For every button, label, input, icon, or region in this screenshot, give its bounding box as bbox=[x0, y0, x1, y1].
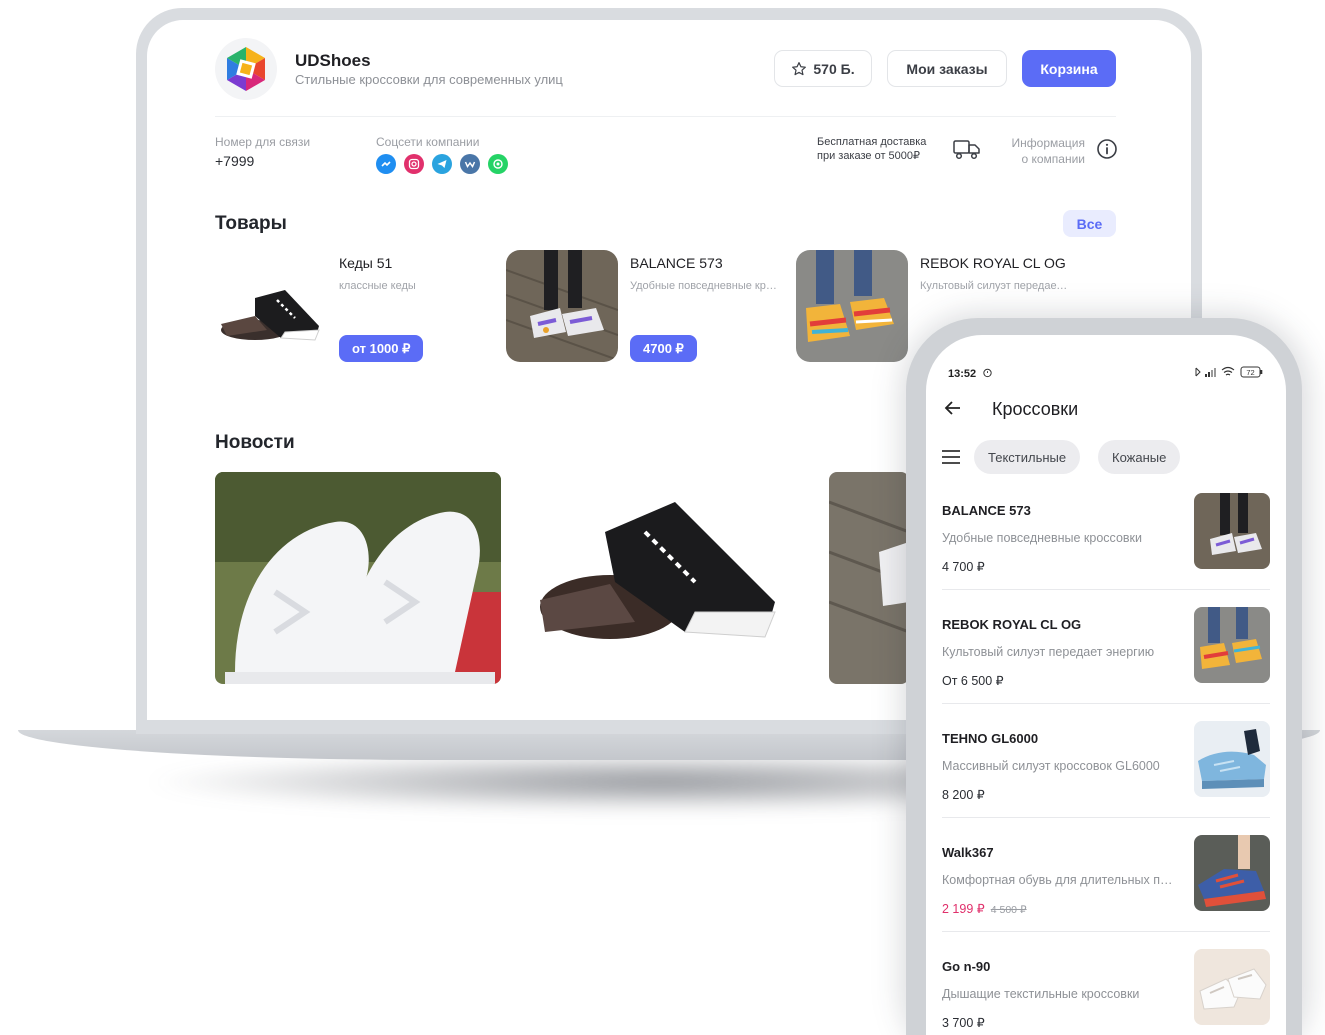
my-orders-label: Мои заказы bbox=[906, 60, 988, 77]
product-price-button[interactable]: 4700 ₽ bbox=[630, 335, 697, 362]
contact-phone[interactable]: +7999 bbox=[215, 153, 310, 169]
list-divider bbox=[942, 931, 1270, 932]
status-time-value: 13:52 bbox=[948, 368, 977, 380]
item-image[interactable] bbox=[1194, 607, 1270, 683]
points-button[interactable]: 570 Б. bbox=[774, 50, 872, 87]
news-image bbox=[525, 472, 807, 684]
list-item[interactable]: REBOK ROYAL CL OG Культовый силуэт перед… bbox=[942, 607, 1270, 731]
item-price: От 6 500 ₽ bbox=[942, 674, 1004, 688]
brand-logo[interactable] bbox=[215, 38, 277, 100]
brand-tagline: Стильные кроссовки для современных улиц bbox=[295, 72, 563, 87]
menu-icon[interactable] bbox=[942, 449, 960, 470]
points-label: 570 Б. bbox=[813, 60, 855, 77]
item-name: Go n-90 bbox=[942, 959, 991, 974]
list-divider bbox=[942, 817, 1270, 818]
item-price: 2 199 ₽ 4 500 ₽ bbox=[942, 901, 1027, 916]
list-item[interactable]: BALANCE 573 Удобные повседневные кроссов… bbox=[942, 493, 1270, 617]
item-old-price: 4 500 ₽ bbox=[990, 904, 1027, 916]
list-item[interactable]: Walk367 Комфортная обувь для длительных … bbox=[942, 835, 1270, 959]
news-card[interactable] bbox=[525, 472, 807, 684]
telegram-icon[interactable] bbox=[432, 154, 452, 174]
messenger-icon[interactable] bbox=[376, 154, 396, 174]
back-arrow-icon[interactable] bbox=[944, 399, 962, 422]
cart-button[interactable]: Корзина bbox=[1022, 50, 1116, 87]
item-name: REBOK ROYAL CL OG bbox=[942, 617, 1082, 632]
product-name: REBOK ROYAL CL OG bbox=[920, 255, 1066, 271]
socials-block: Соцсети компании bbox=[376, 135, 508, 174]
brand-name: UDShoes bbox=[295, 51, 371, 70]
news-section-title: Новости bbox=[215, 432, 295, 453]
item-sale-price: 2 199 ₽ bbox=[942, 902, 985, 916]
free-delivery-info: Бесплатная доставка при заказе от 5000₽ bbox=[817, 135, 926, 163]
cart-label: Корзина bbox=[1040, 60, 1098, 77]
status-time: 13:52 bbox=[948, 367, 993, 380]
header-divider bbox=[215, 116, 1116, 117]
filter-chip-textile[interactable]: Текстильные bbox=[974, 440, 1081, 474]
item-image[interactable] bbox=[1194, 721, 1270, 797]
news-card[interactable] bbox=[829, 472, 909, 684]
product-name: Кеды 51 bbox=[339, 255, 393, 271]
item-name: Walk367 bbox=[942, 845, 994, 860]
item-image[interactable] bbox=[1194, 949, 1270, 1025]
screen-title: Кроссовки bbox=[992, 399, 1079, 419]
item-name: BALANCE 573 bbox=[942, 503, 1031, 518]
mobile-app-screen: 13:52 72 Кроссовки Текстильные Кожаные B… bbox=[926, 335, 1286, 1035]
list-item[interactable]: TEHNO GL6000 Массивный силуэт кроссовок … bbox=[942, 721, 1270, 845]
info-line-1: Информация bbox=[1011, 136, 1085, 150]
delivery-line-1: Бесплатная доставка bbox=[817, 136, 927, 148]
filter-chip-leather[interactable]: Кожаные bbox=[1098, 440, 1181, 474]
news-image bbox=[215, 472, 501, 684]
delivery-line-2: при заказе от 5000₽ bbox=[817, 150, 921, 162]
battery-level: 72 bbox=[1246, 368, 1254, 377]
item-price: 3 700 ₽ bbox=[942, 1016, 985, 1030]
product-image[interactable] bbox=[215, 250, 327, 362]
item-name: TEHNO GL6000 bbox=[942, 731, 1039, 746]
product-description: классные кеды bbox=[339, 280, 416, 292]
item-description: Комфортная обувь для длительных прогулок bbox=[942, 873, 1178, 887]
products-section-title: Товары bbox=[215, 213, 287, 234]
product-image[interactable] bbox=[506, 250, 618, 362]
company-info-link[interactable]: Информация о компании bbox=[1002, 135, 1085, 167]
socials-label: Соцсети компании bbox=[376, 135, 480, 149]
star-icon bbox=[792, 61, 807, 75]
news-image bbox=[829, 472, 909, 684]
news-card[interactable] bbox=[215, 472, 501, 684]
info-line-2: о компании bbox=[1021, 152, 1085, 166]
item-description: Массивный силуэт кроссовок GL6000 bbox=[942, 759, 1160, 773]
info-icon[interactable] bbox=[1096, 138, 1118, 165]
product-price-button[interactable]: от 1000 ₽ bbox=[339, 335, 424, 362]
whatsapp-icon[interactable] bbox=[488, 154, 508, 174]
contact-label: Номер для связи bbox=[215, 135, 311, 149]
udshoes-logo-icon bbox=[227, 47, 265, 91]
truck-icon bbox=[953, 137, 981, 166]
list-item[interactable]: Go n-90 Дышащие текстильные кроссовки 3 … bbox=[942, 949, 1270, 1035]
product-description: Культовый силуэт передает энергию bbox=[920, 280, 1070, 292]
item-price: 8 200 ₽ bbox=[942, 788, 985, 802]
my-orders-button[interactable]: Мои заказы bbox=[887, 50, 1007, 87]
product-image[interactable] bbox=[796, 250, 908, 362]
list-divider bbox=[942, 703, 1270, 704]
product-description: Удобные повседневные кроссовки bbox=[630, 280, 780, 292]
all-products-button[interactable]: Все bbox=[1063, 210, 1116, 237]
alarm-icon bbox=[983, 368, 992, 378]
item-price: 4 700 ₽ bbox=[942, 560, 985, 574]
list-divider bbox=[942, 589, 1270, 590]
item-description: Культовый силуэт передает энергию bbox=[942, 645, 1155, 659]
instagram-icon[interactable] bbox=[404, 154, 424, 174]
item-image[interactable] bbox=[1194, 835, 1270, 911]
item-image[interactable] bbox=[1194, 493, 1270, 569]
product-name: BALANCE 573 bbox=[630, 255, 723, 271]
contact-block: Номер для связи +7999 bbox=[215, 135, 310, 169]
status-icons: 72 bbox=[1192, 365, 1264, 382]
item-description: Дышащие текстильные кроссовки bbox=[942, 987, 1140, 1001]
item-description: Удобные повседневные кроссовки bbox=[942, 531, 1142, 545]
vk-icon[interactable] bbox=[460, 154, 480, 174]
